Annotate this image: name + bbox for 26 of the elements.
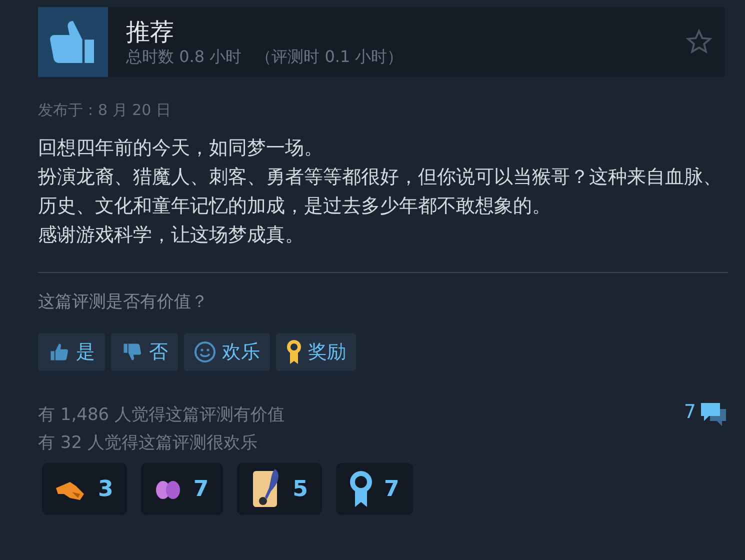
review-paragraph: 扮演龙裔、猎魔人、刺客、勇者等等都很好，但你说可以当猴哥？这种来自血脉、历史、文化和童年记忆的加成，是过去多少年都不敢想象的。 bbox=[38, 165, 723, 219]
helpful-question: 这篇评测是否有价值？ bbox=[38, 291, 209, 313]
award-badge[interactable]: 7 bbox=[336, 463, 414, 515]
vote-stat: 有 1,486 人觉得这篇评测有价值 bbox=[38, 404, 286, 427]
posted-date: 发布于：8 月 20 日 bbox=[38, 101, 172, 120]
award-badge[interactable]: 3 bbox=[42, 463, 128, 515]
vote-button[interactable]: 欢乐 bbox=[184, 333, 270, 371]
award-badge[interactable]: 5 bbox=[236, 463, 322, 515]
medal-icon bbox=[348, 469, 374, 509]
thumbs-down-icon bbox=[121, 341, 143, 363]
thumbs-up-icon bbox=[38, 7, 108, 77]
playtime-at-review: （评测时 0.1 小时） bbox=[256, 46, 404, 68]
comments-link[interactable]: 7 bbox=[684, 401, 728, 433]
vote-button[interactable]: 否 bbox=[111, 333, 178, 371]
smiley-icon bbox=[194, 341, 216, 363]
review-paragraph: 感谢游戏科学，让这场梦成真。 bbox=[38, 223, 305, 248]
vote-button[interactable]: 是 bbox=[38, 333, 105, 371]
thumbs-up-icon bbox=[48, 341, 70, 363]
vote-stat: 有 32 人觉得这篇评测很欢乐 bbox=[38, 432, 258, 455]
star-icon[interactable] bbox=[685, 28, 713, 56]
medal-icon bbox=[286, 339, 302, 365]
playtime-text: 总时数 0.8 小时 bbox=[126, 46, 242, 68]
review-verdict: 推荐 bbox=[126, 16, 175, 46]
review-paragraph: 回想四年前的今天，如同梦一场。 bbox=[38, 136, 324, 161]
vote-button[interactable]: 奖励 bbox=[276, 333, 356, 371]
award-badge[interactable]: 7 bbox=[141, 463, 223, 515]
